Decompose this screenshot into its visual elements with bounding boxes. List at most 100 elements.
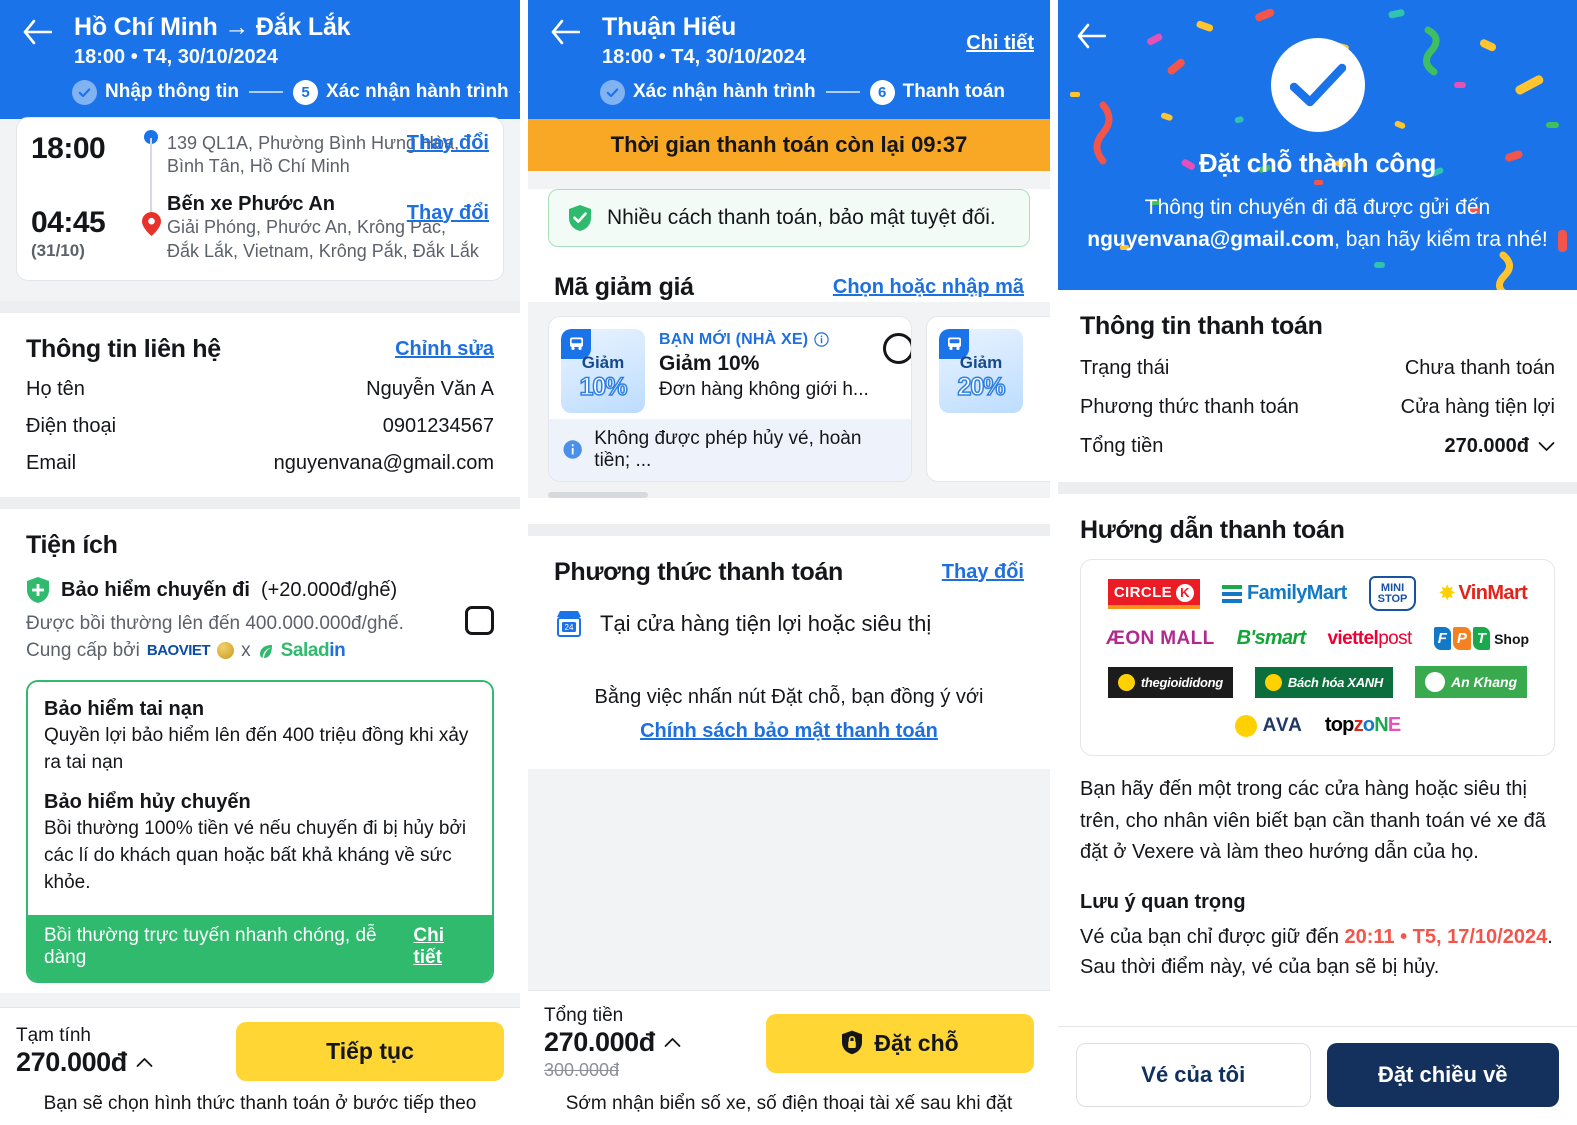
step-item-1[interactable]: Xác nhận hành trình bbox=[600, 79, 816, 105]
subtotal-label: Tạm tính bbox=[16, 1025, 91, 1046]
change-depart-link[interactable]: Thay đổi bbox=[407, 132, 489, 155]
convenience-store-icon: 24 bbox=[557, 610, 581, 637]
benefit-footer: Bồi thường trực tuyến nhanh chóng, dễ dà… bbox=[28, 914, 492, 981]
topzone-logo: top z o N E bbox=[1324, 714, 1401, 736]
trip-detail-link[interactable]: Chi tiết bbox=[966, 10, 1034, 55]
svg-text:24: 24 bbox=[565, 623, 574, 632]
contact-row-name: Họ tên Nguyễn Văn A bbox=[26, 378, 494, 401]
success-title: Đặt chỗ thành công bbox=[1198, 148, 1437, 178]
viettel-post-logo: viettel post bbox=[1327, 627, 1412, 649]
status-badge: Chưa thanh toán bbox=[1404, 357, 1555, 379]
ava-logo: AVA bbox=[1234, 714, 1303, 737]
chevron-down-icon[interactable] bbox=[1538, 441, 1555, 452]
method-value: Cửa hàng tiện lợi bbox=[1400, 396, 1555, 418]
label-email: Email bbox=[26, 452, 77, 475]
step-label-2: Thanh toán bbox=[902, 81, 1006, 102]
voucher-headline: Giảm 10% bbox=[659, 351, 760, 375]
lock-shield-icon bbox=[842, 1030, 863, 1055]
step-number-badge: 5 bbox=[293, 79, 319, 105]
runner-icon bbox=[1234, 714, 1257, 737]
guide-paragraph: Bạn hãy đến một trong các cửa hàng hoặc … bbox=[1080, 778, 1546, 864]
success-sub-line1: Thông tin chuyến đi đã được gửi đến bbox=[1144, 196, 1491, 219]
insurance-providers: Cung cấp bởi BAOVIET x Saladin bbox=[26, 640, 455, 662]
benefit-detail-link[interactable]: Chi tiết bbox=[413, 925, 476, 969]
voucher-carousel[interactable]: Giảm 10% BẠN MỚI (NHÀ XE) Giảm 10% Đơn h… bbox=[528, 315, 1050, 482]
contact-row-email: Email nguyenvana@gmail.com bbox=[26, 452, 494, 475]
baoviet-logo: BAOVIET bbox=[146, 642, 211, 660]
voucher-title: Mã giảm giá bbox=[554, 272, 694, 301]
saladin-logo: Saladin bbox=[280, 639, 346, 661]
screen-confirm-journey: Hồ Chí Minh → Đắk Lắk 18:00 • T4, 30/10/… bbox=[0, 0, 520, 1125]
voucher-sub: Đơn hàng không giới h... bbox=[659, 378, 869, 400]
agreement-text: Bằng việc nhấn nút Đặt chỗ, bạn đồng ý v… bbox=[554, 681, 1024, 747]
success-check-badge bbox=[1270, 38, 1365, 132]
route-times: 18:00 04:45 (31/10) bbox=[31, 132, 137, 265]
logo-row-1: CIRCLE K FamilyMart MINI STOP ✸ VinMart bbox=[1091, 576, 1544, 611]
total-label: Tổng tiền bbox=[1080, 435, 1164, 457]
step-number-badge: 6 bbox=[869, 79, 895, 105]
screen1-header: Hồ Chí Minh → Đắk Lắk 18:00 • T4, 30/10/… bbox=[0, 0, 520, 119]
runner-icon bbox=[1264, 673, 1282, 691]
payment-total-row[interactable]: Tổng tiền 270.000đ bbox=[1080, 435, 1555, 458]
security-banner: Nhiều cách thanh toán, bảo mật tuyệt đối… bbox=[548, 188, 1030, 247]
screen2-header: Thuận Hiếu 18:00 • T4, 30/10/2024 Chi ti… bbox=[528, 0, 1050, 119]
total-note: Sớm nhận biển số xe, số điện thoại tài x… bbox=[565, 1093, 1013, 1114]
step-item-2[interactable]: 6 Thanh toán bbox=[869, 79, 1006, 105]
total-block[interactable]: Tổng tiền 270.000đ 300.000đ bbox=[544, 1005, 681, 1081]
privacy-policy-link[interactable]: Chính sách bảo mật thanh toán bbox=[640, 715, 938, 747]
book-button[interactable]: Đặt chỗ bbox=[766, 1013, 1034, 1073]
contact-section: Thông tin liên hệ Chỉnh sửa Họ tên Nguyễ… bbox=[0, 313, 520, 498]
voucher-card[interactable]: Giảm 20% bbox=[926, 315, 1050, 482]
stepper: Xác nhận hành trình 6 Thanh toán bbox=[600, 79, 1034, 105]
subtotal-amount: 270.000đ bbox=[16, 1047, 127, 1077]
payment-method-label: Tại cửa hàng tiện lợi hoặc siêu thị bbox=[600, 610, 932, 636]
route-card: 18:00 04:45 (31/10) 139 QL1A, Phường Bìn… bbox=[16, 116, 504, 282]
voucher-badge-bottom: 10% bbox=[579, 372, 629, 402]
pharmacy-icon bbox=[1424, 672, 1445, 692]
trip-datetime: 18:00 • T4, 30/10/2024 bbox=[74, 45, 278, 68]
familymart-bars-icon bbox=[1222, 584, 1243, 603]
voucher-section: Mã giảm giá Chọn hoặc nhập mã bbox=[528, 266, 1050, 302]
stepper: Nhập thông tin 5 Xác nhận hành trình 6 bbox=[72, 79, 520, 105]
back-button[interactable] bbox=[16, 10, 58, 54]
total-amount: 270.000đ bbox=[544, 1027, 655, 1057]
amenities-title: Tiện ích bbox=[26, 531, 118, 560]
shield-check-icon bbox=[569, 204, 591, 231]
step-label-2: Xác nhận hành trình bbox=[326, 81, 509, 102]
book-button-label: Đặt chỗ bbox=[874, 1029, 959, 1056]
back-button[interactable] bbox=[1070, 14, 1112, 58]
three-screen-flow: Hồ Chí Minh → Đắk Lắk 18:00 • T4, 30/10/… bbox=[0, 0, 1577, 1125]
store-logo-grid: CIRCLE K FamilyMart MINI STOP ✸ VinMart ÆON… bbox=[1080, 559, 1555, 756]
back-button[interactable] bbox=[544, 10, 586, 54]
circle-k-logo: CIRCLE K bbox=[1107, 578, 1201, 609]
selected-payment-method[interactable]: 24 Tại cửa hàng tiện lợi hoặc siêu thị bbox=[554, 609, 1024, 639]
voucher-card[interactable]: Giảm 10% BẠN MỚI (NHÀ XE) Giảm 10% Đơn h… bbox=[548, 315, 912, 482]
change-arrive-link[interactable]: Thay đổi bbox=[407, 202, 489, 225]
subtotal-block[interactable]: Tạm tính 270.000đ bbox=[16, 1025, 153, 1078]
contact-row-phone: Điện thoại 0901234567 bbox=[26, 415, 494, 438]
voucher-radio[interactable] bbox=[882, 332, 911, 364]
insurance-row: Bảo hiểm chuyến đi (+20.000đ/ghế) Được b… bbox=[26, 576, 494, 662]
panel-gap bbox=[1050, 0, 1058, 1125]
insurance-checkbox[interactable] bbox=[465, 606, 494, 636]
info-icon[interactable] bbox=[814, 332, 829, 347]
arrow-left-icon bbox=[23, 19, 52, 45]
amenities-section: Tiện ích Bảo hiểm chuyến đi (+20.000đ/gh… bbox=[0, 509, 520, 993]
step-item-1[interactable]: Nhập thông tin bbox=[72, 79, 239, 105]
continue-button[interactable]: Tiếp tục bbox=[236, 1022, 504, 1081]
method-label: Phương thức thanh toán bbox=[1080, 396, 1299, 418]
edit-contact-link[interactable]: Chỉnh sửa bbox=[395, 338, 494, 361]
section-divider bbox=[528, 523, 1050, 536]
depart-time: 18:00 bbox=[31, 131, 106, 165]
star-icon: ✸ bbox=[1438, 582, 1456, 605]
value-name: Nguyễn Văn A bbox=[366, 378, 494, 401]
voucher-footer: Không được phép hủy vé, hoàn tiền; ... bbox=[549, 418, 911, 481]
change-payment-link[interactable]: Thay đổi bbox=[942, 561, 1024, 584]
book-return-button[interactable]: Đặt chiều về bbox=[1326, 1043, 1559, 1107]
choose-voucher-link[interactable]: Chọn hoặc nhập mã bbox=[833, 276, 1024, 299]
value-email: nguyenvana@gmail.com bbox=[273, 452, 494, 475]
total-value-wrap: 270.000đ bbox=[1444, 435, 1555, 458]
step-item-2[interactable]: 5 Xác nhận hành trình bbox=[293, 79, 509, 105]
my-tickets-button[interactable]: Vé của tôi bbox=[1076, 1043, 1311, 1107]
